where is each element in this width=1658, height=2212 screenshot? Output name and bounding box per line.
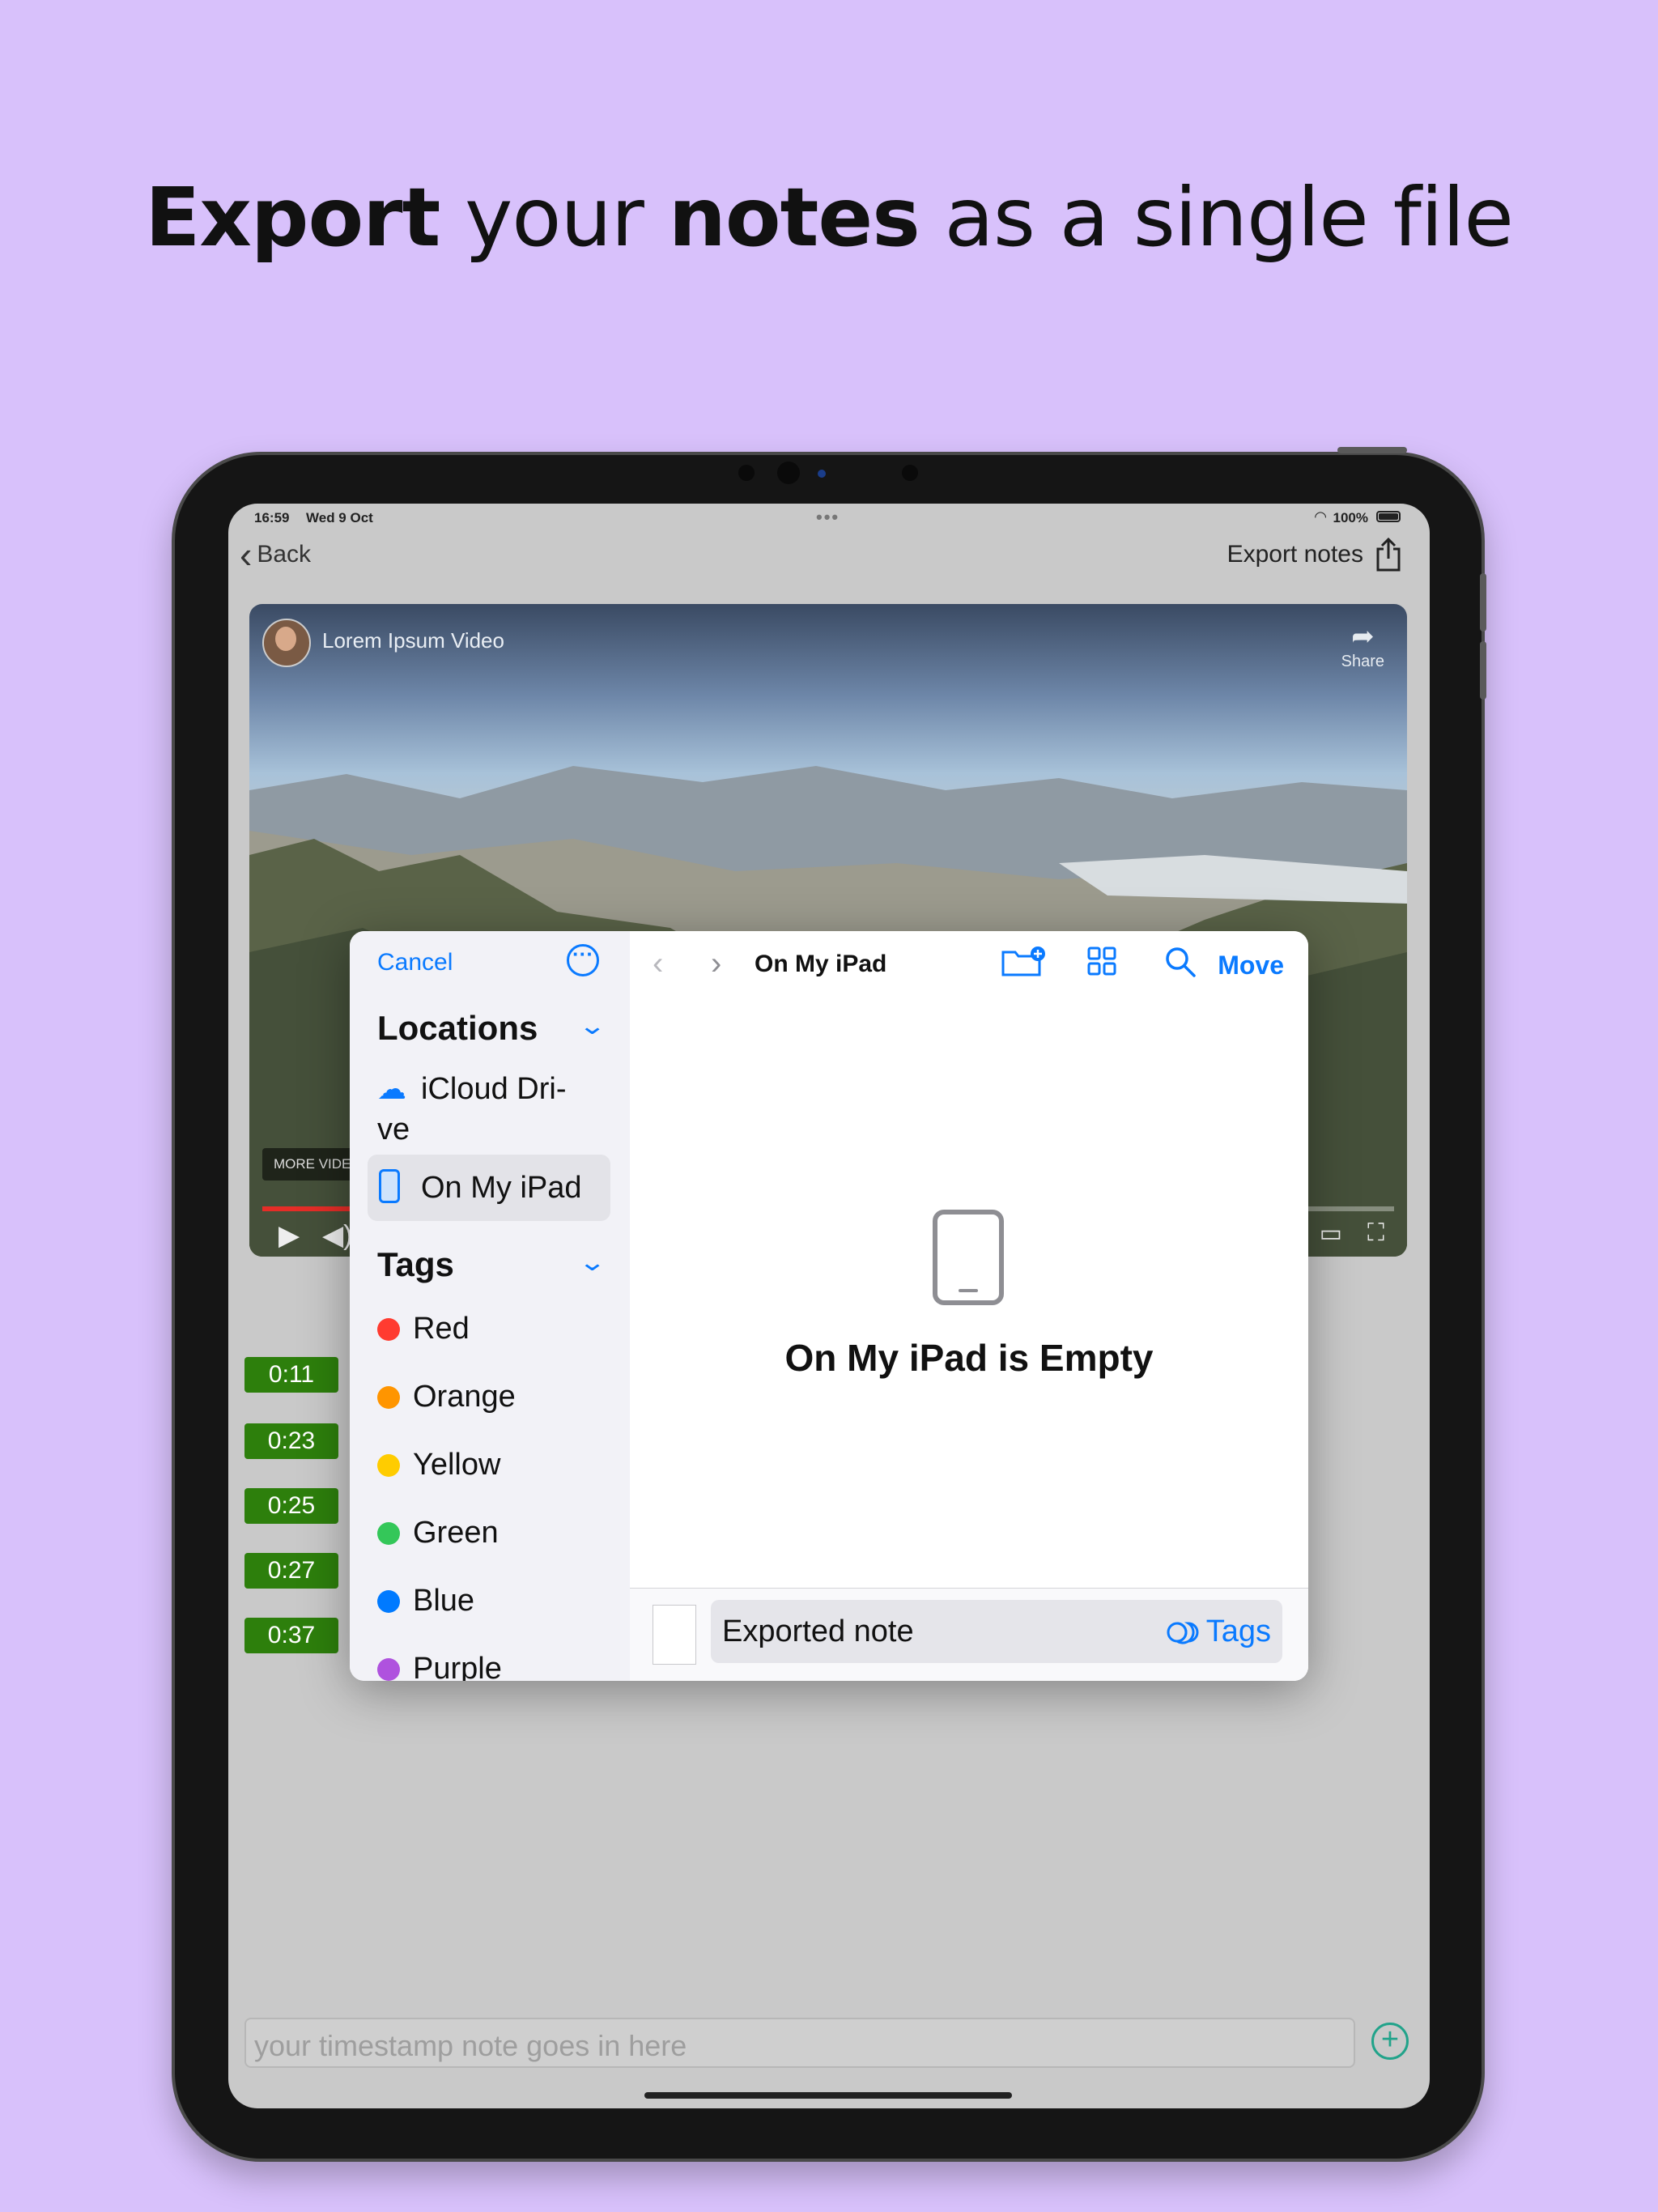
location-icloud-label-line1: iCloud Dri- — [421, 1072, 567, 1106]
volume-up-button — [1480, 573, 1486, 632]
status-date: Wed 9 Oct — [306, 510, 373, 525]
channel-avatar[interactable] — [262, 619, 311, 667]
multitasking-dots-icon[interactable]: ••• — [816, 507, 840, 528]
tags-icon — [1167, 1621, 1199, 1644]
yellow-dot-icon — [377, 1453, 400, 1477]
picker-sidebar: Cancel ··· Locations ⌄ ☁ iCloud Dri- ve O… — [350, 931, 631, 1681]
more-options-icon[interactable]: ··· — [567, 943, 599, 976]
volume-down-button — [1480, 641, 1486, 700]
tag-green[interactable]: Green — [377, 1516, 499, 1551]
timestamp-button[interactable]: 0:27 — [244, 1553, 338, 1589]
app-screen: 16:59 Wed 9 Oct ••• ◠ 100% ‹ Back Export… — [228, 504, 1430, 2108]
tags-button-label: Tags — [1205, 1614, 1271, 1648]
tag-purple[interactable]: Purple — [377, 1652, 502, 1681]
file-thumbnail — [653, 1605, 696, 1665]
purple-dot-icon — [377, 1657, 400, 1681]
location-icloud-label-line2: ve — [377, 1112, 410, 1146]
headline: Export your notes as a single file — [0, 170, 1658, 265]
location-ipad-label: On My iPad — [421, 1171, 582, 1205]
share-arrow-icon: ➦ — [1351, 621, 1375, 652]
location-icloud-drive[interactable]: ☁ iCloud Dri- ve — [377, 1069, 612, 1150]
green-dot-icon — [377, 1521, 400, 1545]
picker-content: ‹ › On My iPad Move On My iPad is Empty — [630, 931, 1308, 1681]
tag-label: Red — [413, 1312, 470, 1346]
search-icon[interactable] — [1164, 946, 1197, 978]
video-title[interactable]: Lorem Ipsum Video — [322, 628, 504, 653]
back-label: Back — [257, 541, 312, 568]
orange-dot-icon — [377, 1385, 400, 1409]
tag-label: Yellow — [413, 1448, 501, 1482]
export-notes-label: Export notes — [1226, 541, 1363, 568]
chevron-down-icon[interactable]: ⌄ — [578, 1012, 606, 1040]
back-button[interactable]: ‹ Back — [240, 534, 312, 576]
timestamp-button[interactable]: 0:23 — [244, 1423, 338, 1459]
location-on-my-ipad[interactable]: On My iPad — [368, 1155, 610, 1221]
document-picker: Cancel ··· Locations ⌄ ☁ iCloud Dri- ve O… — [350, 931, 1308, 1681]
blue-dot-icon — [377, 1589, 400, 1613]
headline-text-2: as a single file — [919, 170, 1514, 265]
picker-footer: Exported note Tags — [630, 1588, 1308, 1681]
play-icon[interactable]: ▶ — [278, 1219, 300, 1252]
airplay-icon[interactable]: ▭ — [1320, 1219, 1342, 1248]
sensor-dot — [818, 470, 826, 478]
timestamp-button[interactable]: 0:37 — [244, 1618, 338, 1653]
export-notes-button[interactable]: Export notes — [1227, 538, 1402, 572]
grid-view-icon[interactable] — [1086, 946, 1117, 976]
video-share-label: Share — [1341, 653, 1384, 670]
current-location-title: On My iPad — [755, 951, 887, 977]
top-button — [1337, 447, 1407, 453]
headline-bold-export: Export — [145, 170, 440, 265]
battery-percentage: 100% — [1333, 510, 1368, 525]
tag-red[interactable]: Red — [377, 1312, 470, 1346]
tag-orange[interactable]: Orange — [377, 1380, 516, 1414]
share-icon — [1376, 538, 1401, 572]
battery-icon — [1376, 511, 1401, 522]
file-name-text[interactable]: Exported note — [722, 1614, 914, 1649]
new-folder-icon[interactable] — [1001, 946, 1046, 978]
camera-dot — [738, 465, 755, 481]
tags-title: Tags — [377, 1245, 454, 1283]
volume-icon[interactable]: ◀) — [322, 1219, 352, 1252]
timestamp-button[interactable]: 0:11 — [244, 1357, 338, 1393]
fullscreen-icon[interactable]: ⛶ — [1367, 1219, 1384, 1247]
ipad-empty-icon — [933, 1210, 1004, 1305]
nav-forward-chevron-icon[interactable]: › — [711, 946, 721, 982]
tag-label: Purple — [413, 1652, 502, 1681]
status-time: 16:59 — [254, 510, 290, 525]
tag-yellow[interactable]: Yellow — [377, 1448, 500, 1482]
chevron-down-icon[interactable]: ⌄ — [578, 1249, 606, 1277]
move-button[interactable]: Move — [1218, 951, 1284, 981]
wifi-icon: ◠ — [1315, 508, 1326, 525]
video-share-button[interactable]: ➦ Share — [1341, 620, 1384, 671]
camera-dot-right — [902, 465, 918, 481]
tag-label: Blue — [413, 1584, 475, 1618]
tag-label: Green — [413, 1516, 499, 1550]
front-camera-icon — [777, 462, 800, 484]
cloud-icon: ☁ — [377, 1072, 406, 1105]
chevron-left-icon: ‹ — [240, 534, 253, 576]
timestamp-note-input[interactable]: your timestamp note goes in here — [244, 2018, 1355, 2068]
headline-bold-notes: notes — [668, 170, 920, 265]
headline-text-1: your — [440, 170, 669, 265]
nav-back-chevron-icon[interactable]: ‹ — [653, 946, 663, 982]
cancel-button[interactable]: Cancel — [377, 949, 453, 976]
empty-state-text: On My iPad is Empty — [784, 1337, 1154, 1379]
timestamp-button[interactable]: 0:25 — [244, 1488, 338, 1524]
ipad-icon — [379, 1169, 400, 1203]
tag-blue[interactable]: Blue — [377, 1584, 474, 1619]
locations-title: Locations — [377, 1009, 538, 1047]
file-name-field[interactable]: Exported note Tags — [711, 1600, 1282, 1663]
add-note-button[interactable]: + — [1371, 2023, 1409, 2060]
home-indicator[interactable] — [644, 2092, 1012, 2099]
tag-label: Orange — [413, 1380, 516, 1414]
video-progress-fill — [262, 1206, 353, 1211]
status-bar: 16:59 Wed 9 Oct ••• ◠ 100% — [228, 504, 1430, 533]
red-dot-icon — [377, 1317, 400, 1341]
tags-button[interactable]: Tags — [1166, 1614, 1271, 1649]
